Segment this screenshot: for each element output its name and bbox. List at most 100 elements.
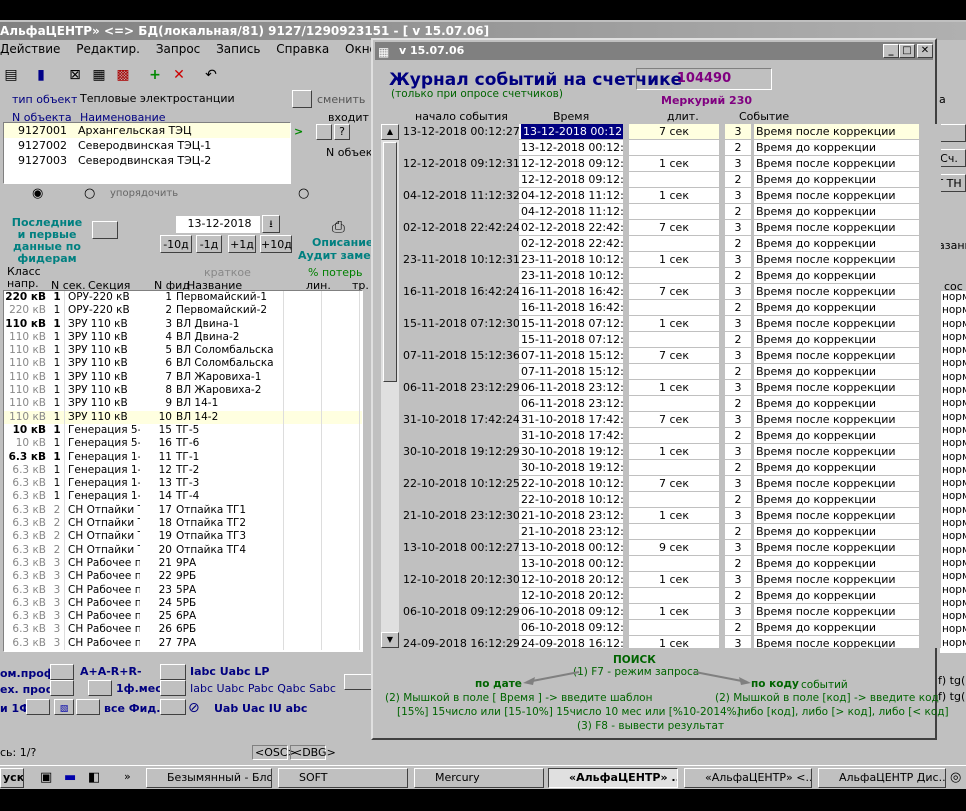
task-alpha-active[interactable]: «АльфаЦЕНТР» ... [548,768,678,788]
event-time[interactable]: 22-10-2018 10:12:25 [519,492,623,508]
event-description[interactable]: Время после коррекции [751,124,919,140]
event-duration[interactable] [623,428,719,444]
event-code[interactable]: 2 [719,172,751,188]
event-code[interactable]: 3 [719,412,751,428]
event-start[interactable]: 06-11-2018 23:12:29 [401,380,519,396]
event-duration[interactable] [623,460,719,476]
event-duration[interactable] [623,364,719,380]
table-row[interactable]: 9127002 Северодвинская ТЭЦ-1 [4,138,290,153]
event-description[interactable]: Время после коррекции [751,316,919,332]
event-code[interactable]: 2 [719,460,751,476]
event-time[interactable]: 13-12-2018 00:12:27 [519,140,623,156]
event-duration[interactable] [623,172,719,188]
event-code[interactable]: 2 [719,620,751,636]
event-time[interactable]: 16-11-2018 16:42:24 [519,300,623,316]
event-start[interactable] [401,204,519,220]
event-time[interactable]: 22-10-2018 10:12:32 [519,476,623,492]
event-code[interactable]: 3 [719,348,751,364]
audit-label[interactable]: Аудит замен [298,249,378,262]
event-start[interactable]: 31-10-2018 17:42:24 [401,412,519,428]
event-time[interactable]: 31-10-2018 17:42:24 [519,428,623,444]
event-time[interactable]: 04-12-2018 11:12:32 [519,204,623,220]
event-duration[interactable]: 7 сек [623,284,719,300]
event-duration[interactable] [623,236,719,252]
table-row[interactable]: 6.3 кВ 3 СН Рабочее п 21 9РА [4,556,362,571]
prof3-button[interactable] [26,699,50,715]
event-row[interactable]: 12-10-2018 20:12:30 2Время до коррекции [401,588,941,604]
minus-1-day-button[interactable]: -1д [196,235,222,253]
help-button[interactable]: ? [334,124,350,140]
description-label[interactable]: Описание [312,236,373,249]
event-description[interactable]: Время после коррекции [751,380,919,396]
event-duration[interactable]: 1 сек [623,636,719,648]
event-duration[interactable]: 1 сек [623,508,719,524]
mes-button[interactable] [88,680,112,696]
event-code[interactable]: 2 [719,364,751,380]
event-start[interactable] [401,556,519,572]
event-start[interactable]: 04-12-2018 11:12:32 [401,188,519,204]
event-description[interactable]: Время до коррекции [751,332,919,348]
prof2-button[interactable] [50,680,74,696]
event-time[interactable]: 12-12-2018 09:12:32 [519,156,623,172]
event-description[interactable]: Время после коррекции [751,412,919,428]
event-row[interactable]: 04-12-2018 11:12:32 2Время до коррекции [401,204,941,220]
table-row[interactable]: 6.3 кВ 1 Генерация 1- 13 ТГ-3 [4,477,362,491]
event-start[interactable] [401,460,519,476]
event-start[interactable]: 30-10-2018 19:12:29 [401,444,519,460]
event-duration[interactable] [623,140,719,156]
event-duration[interactable]: 7 сек [623,124,719,140]
event-description[interactable]: Время после коррекции [751,156,919,172]
maximize-icon[interactable]: □ [899,44,915,58]
event-code[interactable]: 2 [719,396,751,412]
event-row[interactable]: 02-12-2018 22:42:24 2Время до коррекции [401,236,941,252]
event-description[interactable]: Время до коррекции [751,204,919,220]
event-description[interactable]: Время после коррекции [751,636,919,648]
table-row[interactable]: 9127003 Северодвинская ТЭЦ-2 [4,153,290,168]
event-code[interactable]: 2 [719,204,751,220]
event-duration[interactable]: 7 сек [623,220,719,236]
task-alpha-disp[interactable]: АльфаЦЕНТР Дис... [818,768,946,788]
event-duration[interactable]: 7 сек [623,348,719,364]
event-start[interactable]: 06-10-2018 09:12:29 [401,604,519,620]
event-time[interactable]: 23-11-2018 10:12:31 [519,268,623,284]
event-time[interactable]: 15-11-2018 07:12:31 [519,316,623,332]
event-time[interactable]: 06-11-2018 23:12:29 [519,396,623,412]
event-time[interactable]: 13-12-2018 00:12:34 [519,124,623,140]
close-icon[interactable]: ✕ [917,44,933,58]
event-row[interactable]: 30-10-2018 19:12:2930-10-2018 19:12:301 … [401,444,941,460]
task-notepad[interactable]: Безымянный - Бло... [146,768,272,788]
table-row[interactable]: 110 кВ 1 ЗРУ 110 кВ 10 ВЛ 14-2 [4,410,362,424]
event-description[interactable]: Время после коррекции [751,444,919,460]
event-row[interactable]: 04-12-2018 11:12:3204-12-2018 11:12:331 … [401,188,941,204]
event-duration[interactable]: 1 сек [623,444,719,460]
table-row[interactable]: 9127001 Архангельская ТЭЦ [4,123,290,138]
table-row[interactable]: 6.3 кВ 2 СН Отпайки Т 18 Отпайка ТГ2 [4,517,362,531]
desktop-icon[interactable]: ▬ [64,770,76,785]
event-code[interactable]: 3 [719,156,751,172]
add-icon[interactable]: + [144,64,166,86]
event-time[interactable]: 07-11-2018 15:12:43 [519,348,623,364]
event-start[interactable]: 07-11-2018 15:12:36 [401,348,519,364]
task-mercury[interactable]: Mercury [414,768,544,788]
event-time[interactable]: 06-11-2018 23:12:30 [519,380,623,396]
event-row[interactable]: 13-10-2018 00:12:2713-10-2018 00:12:369 … [401,540,941,556]
event-code[interactable]: 2 [719,268,751,284]
table-row[interactable]: 110 кВ 1 ЗРУ 110 кВ 7 ВЛ Жаровиха-1 [4,370,362,385]
uab-button[interactable] [160,699,186,715]
event-description[interactable]: Время до коррекции [751,364,919,380]
event-start[interactable]: 15-11-2018 07:12:30 [401,316,519,332]
event-code[interactable]: 2 [719,524,751,540]
event-code[interactable]: 3 [719,220,751,236]
table-row[interactable]: 6.3 кВ 3 СН Рабочее п 25 6РА [4,610,362,624]
event-start[interactable] [401,140,519,156]
scroll-down-icon[interactable]: ▼ [381,632,399,648]
event-time[interactable]: 12-10-2018 20:12:31 [519,572,623,588]
table-row[interactable]: 6.3 кВ 3 СН Рабочее п 24 5РБ [4,596,362,611]
event-time[interactable]: 06-10-2018 09:12:30 [519,604,623,620]
event-time[interactable]: 13-10-2018 00:12:36 [519,540,623,556]
event-duration[interactable] [623,556,719,572]
table-row[interactable]: 6.3 кВ 1 Генерация 1- 11 ТГ-1 [4,450,362,464]
event-duration[interactable] [623,204,719,220]
menu-record[interactable]: Запись [216,42,260,56]
event-time[interactable]: 06-10-2018 09:12:29 [519,620,623,636]
